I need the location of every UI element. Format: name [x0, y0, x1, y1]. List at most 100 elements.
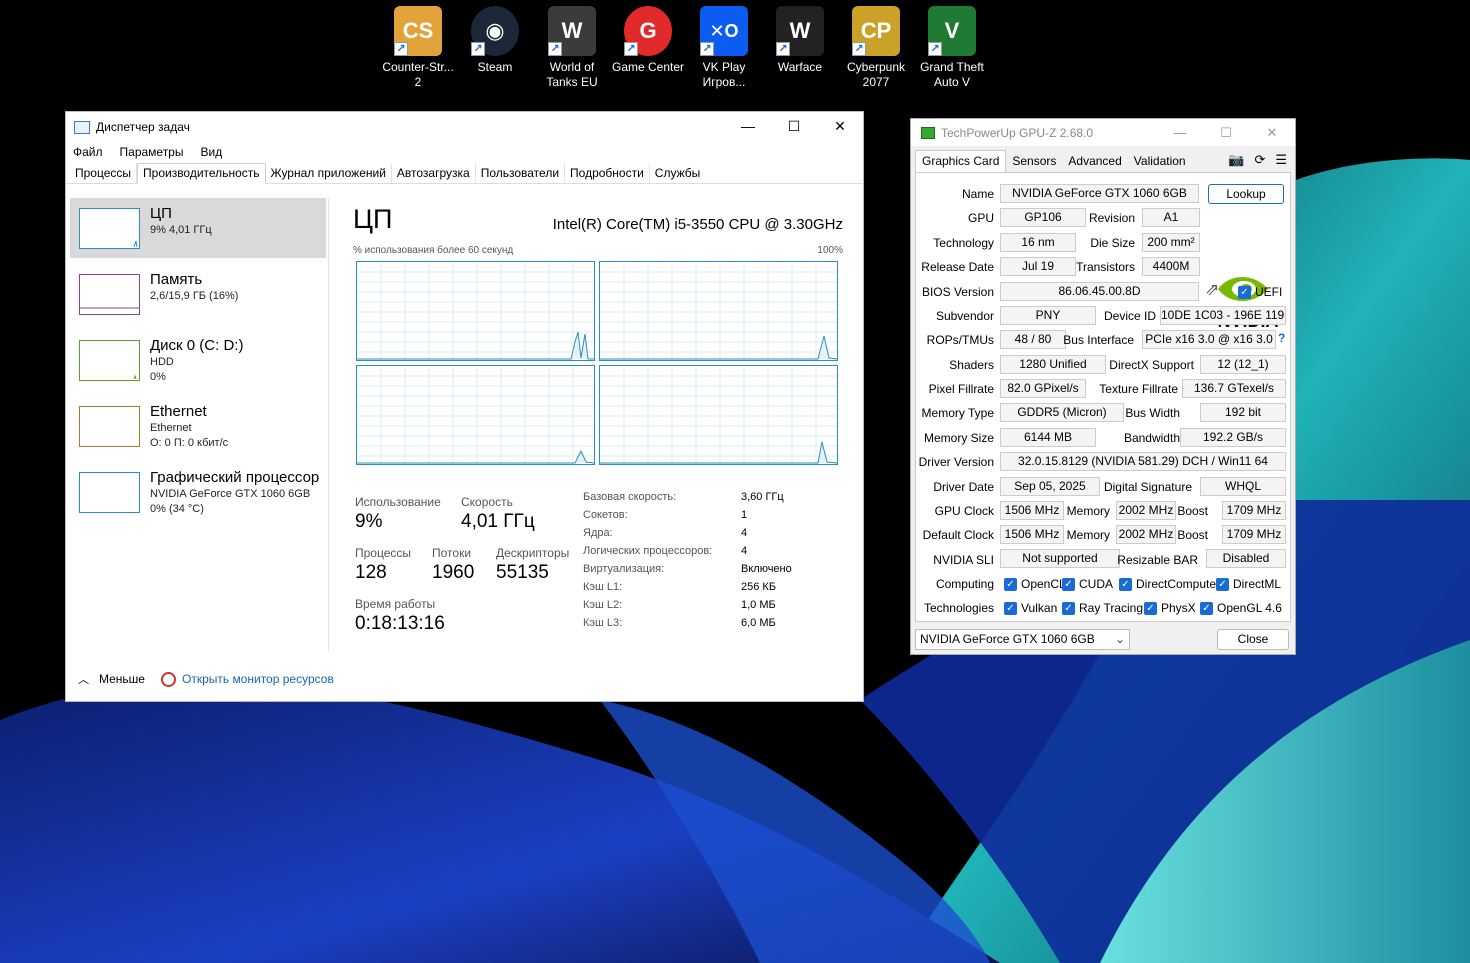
tab-app-history[interactable]: Журнал приложений — [266, 164, 392, 183]
release-date-field[interactable]: Jul 19 — [1000, 257, 1076, 276]
tab-validation[interactable]: Validation — [1128, 151, 1192, 172]
desktop-icon-gta5[interactable]: V ↗ Grand Theft Auto V — [914, 4, 990, 90]
resource-item-cpu[interactable]: ЦП 9% 4,01 ГГц — [70, 198, 326, 258]
help-icon[interactable]: ? — [1278, 331, 1285, 345]
default-memory-field[interactable]: 2002 MHz — [1116, 525, 1176, 544]
gpu-select[interactable]: NVIDIA GeForce GTX 1060 6GB ⌄ — [915, 629, 1130, 650]
menu-view[interactable]: Вид — [200, 145, 222, 159]
gta-v-icon: V ↗ — [928, 6, 976, 56]
tab-sensors[interactable]: Sensors — [1006, 151, 1062, 172]
default-clock-field[interactable]: 1506 MHz — [1000, 525, 1064, 544]
desktop-icon-cs2[interactable]: CS ↗ Counter-Str... 2 — [380, 4, 456, 90]
resource-item-disk[interactable]: Диск 0 (C: D:) HDD 0% — [70, 330, 326, 390]
resizable-bar-field[interactable]: Disabled — [1206, 549, 1286, 568]
tab-services[interactable]: Службы — [650, 164, 705, 183]
lookup-button[interactable]: Lookup — [1208, 184, 1284, 204]
minimize-button[interactable]: — — [1157, 119, 1203, 146]
tab-processes[interactable]: Процессы — [70, 164, 138, 183]
gpu-field[interactable]: GP106 — [1000, 208, 1086, 227]
resource-item-gpu[interactable]: Графический процессор NVIDIA GeForce GTX… — [70, 462, 326, 522]
cpu-mini-graph — [79, 208, 140, 249]
name-field[interactable]: NVIDIA GeForce GTX 1060 6GB — [1000, 184, 1199, 203]
bios-version-field[interactable]: 86.06.45.00.8D — [1000, 282, 1199, 301]
tab-details[interactable]: Подробности — [565, 164, 650, 183]
tab-startup[interactable]: Автозагрузка — [392, 164, 476, 183]
fewer-details-button[interactable]: Меньше — [99, 672, 145, 686]
pixel-fillrate-field[interactable]: 82.0 GPixel/s — [1000, 379, 1086, 398]
boost-field[interactable]: 1709 MHz — [1222, 501, 1286, 520]
vulkan-checkbox[interactable]: ✓ Vulkan — [1004, 601, 1057, 615]
bus-interface-field[interactable]: PCIe x16 3.0 @ x16 3.0 — [1142, 330, 1276, 349]
desktop-icon-label: Game Center — [611, 60, 685, 74]
default-memory-label: Memory — [1066, 528, 1110, 542]
tab-advanced[interactable]: Advanced — [1062, 151, 1127, 172]
title-bar[interactable]: Диспетчер задач — ☐ ✕ — [66, 112, 863, 142]
camera-icon[interactable]: 📷 — [1228, 152, 1244, 168]
directx-field[interactable]: 12 (12_1) — [1200, 355, 1286, 374]
cuda-checkbox[interactable]: ✓ CUDA — [1062, 577, 1113, 591]
maximize-button[interactable]: ☐ — [1203, 119, 1249, 146]
desktop-icon-wot[interactable]: W ↗ World of Tanks EU — [534, 4, 610, 90]
menu-file[interactable]: Файл — [73, 145, 103, 159]
tab-graphics-card[interactable]: Graphics Card — [915, 150, 1007, 172]
open-resource-monitor-link[interactable]: Открыть монитор ресурсов — [182, 672, 334, 686]
resource-item-memory[interactable]: Память 2,6/15,9 ГБ (16%) — [70, 264, 326, 324]
resource-item-ethernet[interactable]: Ethernet Ethernet О: 0 П: 0 кбит/с — [70, 396, 326, 456]
pane-divider[interactable] — [328, 198, 329, 651]
bandwidth-label: Bandwidth — [1123, 431, 1180, 445]
memory-type-field[interactable]: GDDR5 (Micron) — [1000, 403, 1124, 422]
close-dialog-button[interactable]: Close — [1217, 629, 1289, 650]
texture-fillrate-field[interactable]: 136.7 GTexel/s — [1182, 379, 1286, 398]
uefi-checkbox[interactable]: ✓ UEFI — [1238, 285, 1282, 299]
close-button[interactable]: ✕ — [1249, 119, 1295, 146]
speed-value: 4,01 ГГц — [461, 511, 535, 532]
menu-options[interactable]: Параметры — [120, 145, 184, 159]
memory-clock-field[interactable]: 2002 MHz — [1116, 501, 1176, 520]
digital-signature-field[interactable]: WHQL — [1200, 477, 1286, 496]
maximize-button[interactable]: ☐ — [771, 112, 817, 140]
desktop-icon-steam[interactable]: ◉ ↗ Steam — [457, 4, 533, 75]
close-button[interactable]: ✕ — [817, 112, 863, 140]
resource-list: ЦП 9% 4,01 ГГц Память 2,6/15,9 ГБ (16%) … — [70, 198, 326, 658]
gpu-clock-field[interactable]: 1506 MHz — [1000, 501, 1064, 520]
desktop-icon-label: Cyberpunk 2077 — [846, 60, 906, 89]
desktop-icon-warface[interactable]: W ↗ Warface — [762, 4, 838, 75]
memory-size-field[interactable]: 6144 MB — [1000, 428, 1096, 447]
bandwidth-field[interactable]: 192.2 GB/s — [1180, 428, 1286, 447]
directml-checkbox[interactable]: ✓ DirectML — [1216, 577, 1281, 591]
rops-tmus-field[interactable]: 48 / 80 — [1000, 330, 1066, 349]
transistors-field[interactable]: 4400M — [1142, 257, 1200, 276]
physx-checkbox[interactable]: ✓ PhysX — [1144, 601, 1196, 615]
checkbox-label: Ray Tracing — [1079, 601, 1144, 615]
desktop-icon-vk-play[interactable]: ✕O ↗ VK Play Игров... — [686, 4, 762, 90]
computing-label: Computing — [935, 577, 994, 591]
refresh-icon[interactable]: ⟳ — [1254, 152, 1265, 168]
bus-width-field[interactable]: 192 bit — [1200, 403, 1286, 422]
die-size-field[interactable]: 200 mm² — [1142, 233, 1200, 252]
opengl-checkbox[interactable]: ✓ OpenGL 4.6 — [1200, 601, 1282, 615]
default-boost-field[interactable]: 1709 MHz — [1222, 525, 1286, 544]
chevron-up-icon[interactable]: ︿ — [78, 671, 89, 687]
device-id-field[interactable]: 10DE 1C03 - 196E 119F — [1160, 306, 1286, 325]
menu-icon[interactable]: ☰ — [1275, 152, 1287, 168]
name-label: Name — [961, 187, 994, 201]
directcompute-checkbox[interactable]: ✓ DirectCompute — [1119, 577, 1216, 591]
share-icon[interactable]: ⇗ — [1205, 280, 1219, 300]
opencl-checkbox[interactable]: ✓ OpenCL — [1004, 577, 1066, 591]
driver-date-field[interactable]: Sep 05, 2025 — [1000, 477, 1100, 496]
tab-users[interactable]: Пользователи — [476, 164, 566, 183]
desktop-icon-cyberpunk[interactable]: CP ↗ Cyberpunk 2077 — [838, 4, 914, 90]
shortcut-arrow-icon: ↗ — [548, 42, 562, 56]
tab-performance[interactable]: Производительность — [137, 163, 266, 184]
detail-value: Включено — [741, 563, 792, 575]
subvendor-field[interactable]: PNY — [1000, 306, 1096, 325]
minimize-button[interactable]: — — [725, 112, 771, 140]
title-bar[interactable]: TechPowerUp GPU-Z 2.68.0 — ☐ ✕ — [911, 119, 1295, 146]
technology-field[interactable]: 16 nm — [1000, 233, 1076, 252]
shaders-field[interactable]: 1280 Unified — [1000, 355, 1106, 374]
driver-version-field[interactable]: 32.0.15.8129 (NVIDIA 581.29) DCH / Win11… — [1000, 452, 1286, 471]
desktop-icon-game-center[interactable]: G ↗ Game Center — [610, 4, 686, 75]
nvidia-sli-field[interactable]: Not supported — [1000, 549, 1120, 568]
ray-tracing-checkbox[interactable]: ✓ Ray Tracing — [1062, 601, 1143, 615]
revision-field[interactable]: A1 — [1142, 208, 1200, 227]
